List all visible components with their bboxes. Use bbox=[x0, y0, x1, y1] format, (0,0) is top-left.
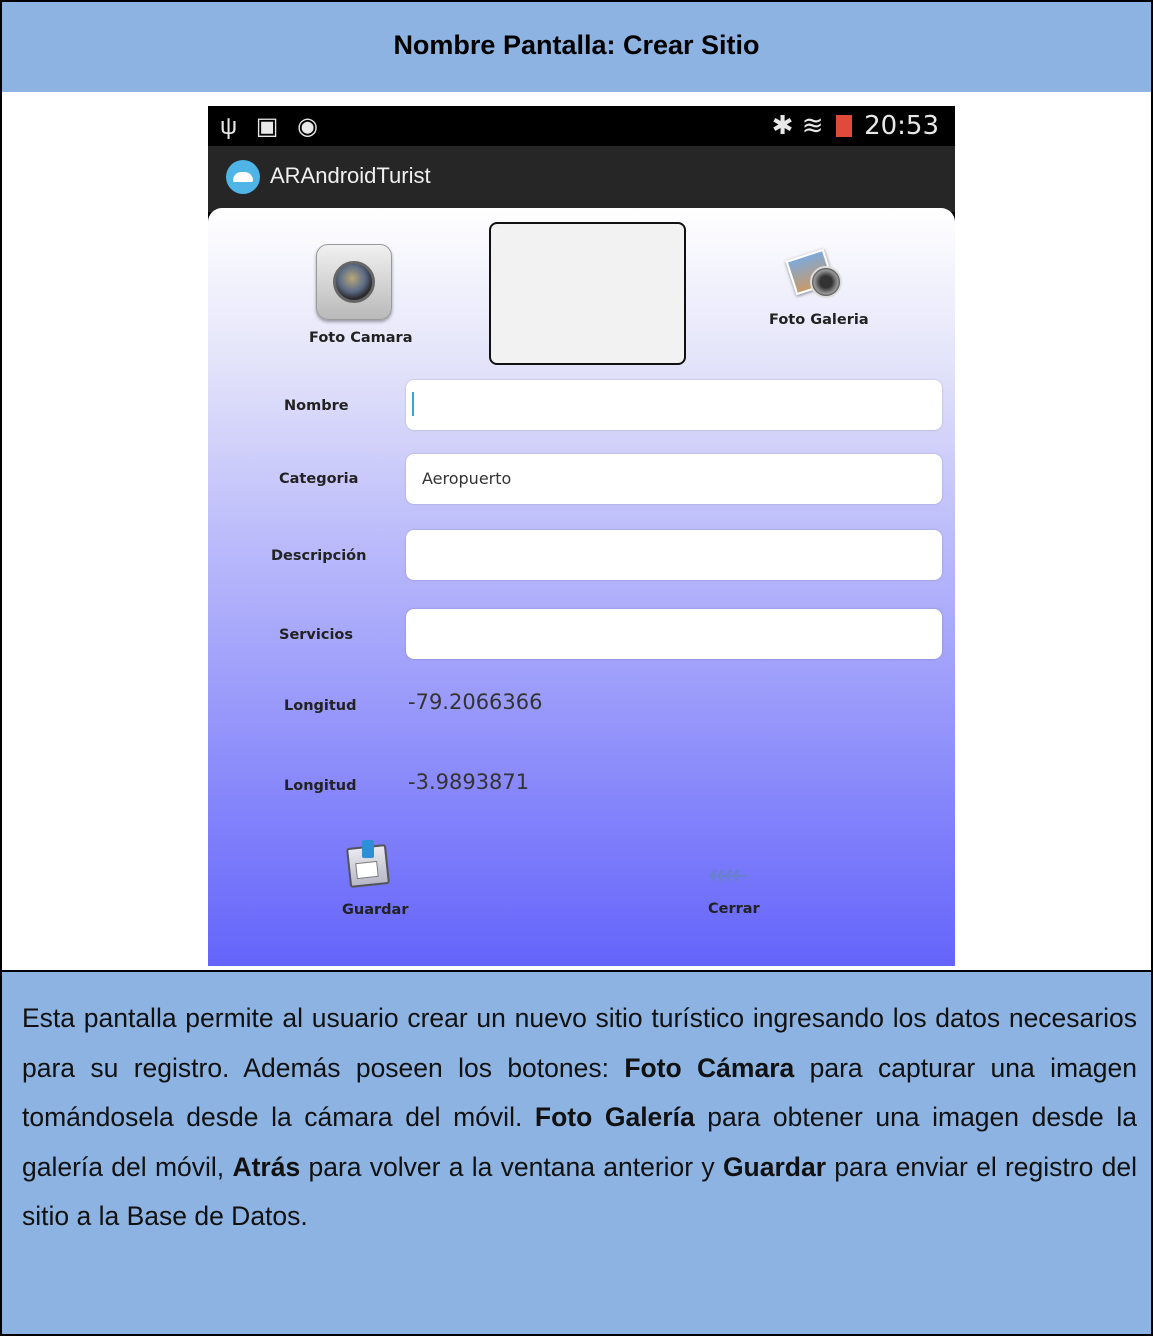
foto-camara-label: Foto Camara bbox=[309, 330, 413, 346]
categoria-value: Aeropuerto bbox=[422, 469, 512, 488]
description-text: Esta pantalla permite al usuario crear u… bbox=[22, 1003, 1137, 1232]
longitud-value: -79.2066366 bbox=[408, 690, 543, 714]
photo-preview bbox=[489, 222, 686, 365]
categoria-select[interactable]: Aeropuerto bbox=[406, 454, 942, 504]
nombre-label: Nombre bbox=[284, 398, 349, 414]
latitud-value: -3.9893871 bbox=[408, 770, 530, 794]
screen-name-header: Nombre Pantalla: Crear Sitio bbox=[0, 0, 1153, 96]
back-arrow-icon[interactable]: ↞↞ bbox=[708, 858, 748, 893]
guardar-label: Guardar bbox=[342, 902, 409, 918]
description-cell: Esta pantalla permite al usuario crear u… bbox=[0, 970, 1153, 1336]
screen-name-title: Nombre Pantalla: Crear Sitio bbox=[393, 30, 760, 60]
nombre-input[interactable] bbox=[406, 380, 942, 430]
longitud-label: Longitud bbox=[284, 698, 357, 714]
foto-galeria-button[interactable] bbox=[785, 246, 842, 300]
cerrar-label: Cerrar bbox=[708, 901, 760, 917]
crear-sitio-form: Foto Camara Foto Galeria Nombre Categori… bbox=[208, 208, 955, 966]
wifi-icon: ≋ bbox=[801, 111, 824, 141]
lens-icon bbox=[810, 266, 842, 298]
foto-camara-button[interactable] bbox=[316, 244, 392, 320]
camera-icon bbox=[333, 261, 375, 303]
guardar-button[interactable] bbox=[346, 840, 390, 888]
action-bar: ARAndroidTurist bbox=[208, 146, 955, 212]
categoria-label: Categoria bbox=[279, 471, 359, 487]
document-page: Nombre Pantalla: Crear Sitio ψ ▣ ◉ ✱ ≋ 2… bbox=[0, 0, 1153, 1336]
bluetooth-icon: ✱ bbox=[771, 111, 794, 141]
android-app-icon[interactable] bbox=[226, 160, 260, 194]
servicios-input[interactable] bbox=[406, 609, 942, 659]
foto-galeria-label: Foto Galeria bbox=[769, 312, 869, 328]
phone-screenshot: ψ ▣ ◉ ✱ ≋ 20:53 ARAndroidTurist Foto Cam… bbox=[208, 106, 955, 966]
status-right: ✱ ≋ 20:53 bbox=[772, 111, 939, 141]
battery-icon bbox=[835, 115, 852, 137]
latitud-label: Longitud bbox=[284, 778, 357, 794]
text-cursor bbox=[412, 392, 414, 416]
status-bar: ψ ▣ ◉ ✱ ≋ 20:53 bbox=[208, 106, 955, 146]
servicios-label: Servicios bbox=[279, 627, 354, 643]
notification-icons: ψ ▣ ◉ bbox=[220, 113, 325, 140]
descripcion-input[interactable] bbox=[406, 530, 942, 580]
clock: 20:53 bbox=[864, 111, 939, 141]
app-title: ARAndroidTurist bbox=[270, 163, 431, 188]
descripcion-label: Descripción bbox=[271, 548, 367, 564]
